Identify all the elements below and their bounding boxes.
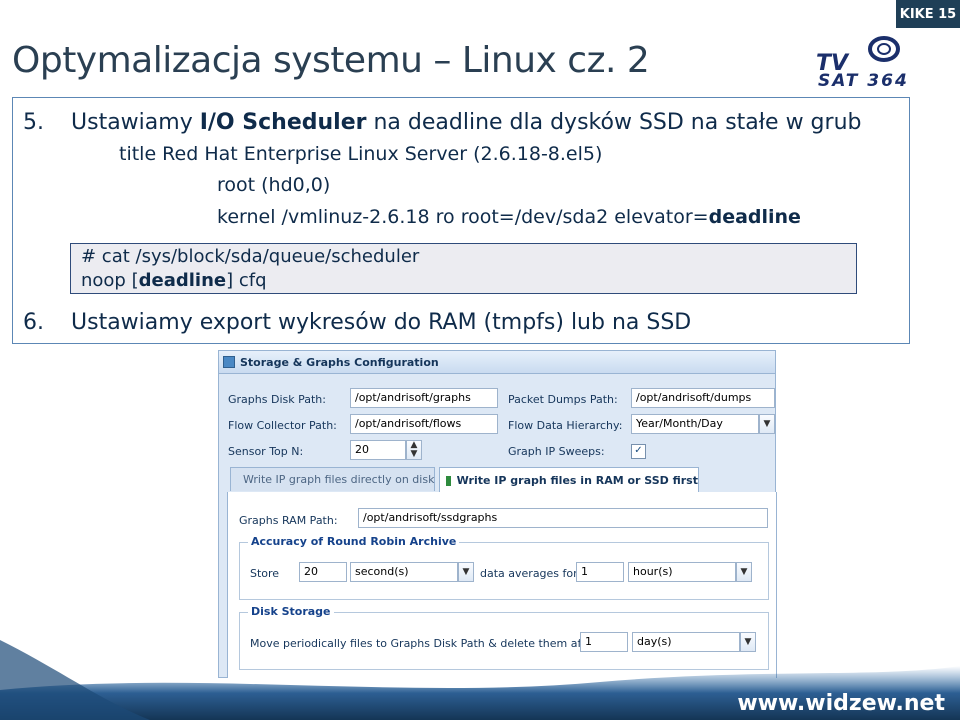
graphs-disk-input[interactable]: /opt/andrisoft/graphs bbox=[350, 388, 498, 408]
averages-value-input[interactable]: 1 bbox=[576, 562, 624, 582]
step-6-text: Ustawiamy export wykresów do RAM (tmpfs)… bbox=[71, 310, 692, 335]
sensor-top-input[interactable]: 20 bbox=[350, 440, 406, 460]
footer-url: www.widzew.net bbox=[737, 691, 945, 716]
grub-root-line: root (hd0,0) bbox=[217, 174, 331, 196]
store-value-input[interactable]: 20 bbox=[299, 562, 347, 582]
ram-path-input[interactable]: /opt/andrisoft/ssdgraphs bbox=[358, 508, 768, 528]
tv-sat-logo: TV SAT 364 bbox=[816, 36, 909, 88]
flow-hierarchy-label: Flow Data Hierarchy: bbox=[508, 419, 623, 432]
graph-sweeps-checkbox[interactable]: ✓ bbox=[631, 444, 646, 459]
code-noop: noop [ bbox=[81, 270, 139, 291]
grub-kernel-line: kernel /vmlinuz-2.6.18 ro root=/dev/sda2… bbox=[217, 206, 801, 228]
flow-collector-input[interactable]: /opt/andrisoft/flows bbox=[350, 414, 498, 434]
rra-legend: Accuracy of Round Robin Archive bbox=[248, 535, 460, 548]
flow-collector-label: Flow Collector Path: bbox=[228, 419, 337, 432]
slide-footer-decoration: www.widzew.net bbox=[0, 640, 960, 720]
tab-write-ram-ssd[interactable]: Write IP graph files in RAM or SSD first bbox=[439, 467, 699, 493]
tab-write-directly-label: Write IP graph files directly on disk bbox=[243, 473, 435, 486]
code-line-1: # cat /sys/block/sda/queue/scheduler bbox=[81, 246, 420, 267]
packet-dumps-label: Packet Dumps Path: bbox=[508, 393, 618, 406]
ram-path-label: Graphs RAM Path: bbox=[239, 514, 338, 527]
step-5-text-c: na deadline dla dysków SSD na stałe w gr… bbox=[366, 110, 862, 135]
code-line-2: noop [deadline] cfq bbox=[81, 269, 846, 293]
store-label: Store bbox=[250, 567, 280, 580]
spinner-arrows-icon[interactable]: ▲ ▼ bbox=[406, 440, 422, 460]
chevron-down-icon[interactable]: ▼ bbox=[458, 562, 474, 582]
slide-number-tag: KIKE 15 bbox=[896, 0, 960, 28]
kernel-elevator-value: deadline bbox=[708, 206, 801, 228]
grub-title-line: title Red Hat Enterprise Linux Server (2… bbox=[119, 143, 603, 165]
flow-hierarchy-select[interactable]: Year/Month/Day bbox=[631, 414, 759, 434]
panel-header-icon bbox=[223, 356, 235, 368]
chevron-down-icon[interactable]: ▼ bbox=[759, 414, 775, 434]
step-6-number: 6. bbox=[23, 310, 44, 335]
graph-sweeps-label: Graph IP Sweeps: bbox=[508, 445, 605, 458]
rra-fieldset: Accuracy of Round Robin Archive Store 20… bbox=[239, 535, 769, 600]
step-5-text-a: Ustawiamy bbox=[71, 110, 200, 135]
packet-dumps-input[interactable]: /opt/andrisoft/dumps bbox=[631, 388, 775, 408]
memory-icon bbox=[446, 475, 451, 486]
code-deadline: deadline bbox=[138, 270, 227, 291]
scheduler-code-block: # cat /sys/block/sda/queue/scheduler noo… bbox=[70, 243, 857, 294]
tab-write-directly[interactable]: Write IP graph files directly on disk bbox=[230, 467, 435, 491]
step-6-line: 6. Ustawiamy export wykresów do RAM (tmpf… bbox=[23, 310, 691, 335]
graph-mode-tabs: Write IP graph files directly on disk Wr… bbox=[227, 467, 775, 493]
chevron-down-icon[interactable]: ▼ bbox=[736, 562, 752, 582]
step-5-io-scheduler: I/O Scheduler bbox=[199, 110, 367, 135]
svg-text:SAT 364: SAT 364 bbox=[818, 71, 909, 88]
panel-header: Storage & Graphs Configuration bbox=[219, 351, 775, 374]
step-5-line: 5. Ustawiamy I/O Scheduler na deadline dl… bbox=[23, 110, 861, 135]
steps-box: 5. Ustawiamy I/O Scheduler na deadline dl… bbox=[12, 97, 910, 344]
code-cfq: ] cfq bbox=[226, 270, 267, 291]
averages-label: data averages for bbox=[480, 567, 578, 580]
panel-header-title: Storage & Graphs Configuration bbox=[240, 355, 439, 369]
store-unit-select[interactable]: second(s) bbox=[350, 562, 458, 582]
sensor-top-label: Sensor Top N: bbox=[228, 445, 304, 458]
averages-unit-select[interactable]: hour(s) bbox=[628, 562, 736, 582]
slide-title: Optymalizacja systemu – Linux cz. 2 bbox=[12, 40, 650, 81]
kernel-text: kernel /vmlinuz-2.6.18 ro root=/dev/sda2… bbox=[217, 206, 709, 228]
tab-write-ram-ssd-label: Write IP graph files in RAM or SSD first bbox=[456, 474, 698, 487]
graphs-disk-label: Graphs Disk Path: bbox=[228, 393, 326, 406]
step-5-number: 5. bbox=[23, 110, 44, 135]
